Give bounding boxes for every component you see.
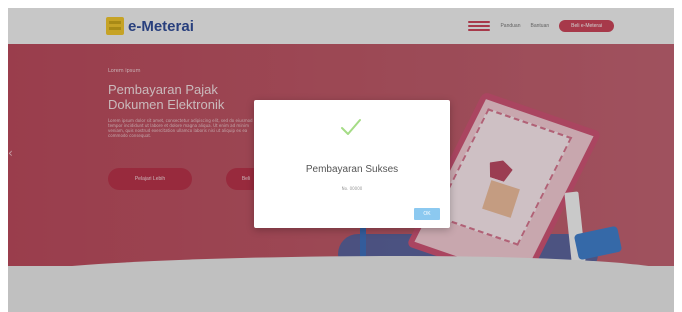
check-icon (341, 119, 361, 135)
success-modal: Pembayaran Sukses No. 00000 OK (254, 100, 450, 228)
modal-subtitle: No. 00000 (341, 186, 363, 191)
browser-viewport: e-Meterai Panduan Bantuan Beli e-Meterai… (8, 8, 674, 312)
ok-button[interactable]: OK (414, 208, 440, 220)
modal-title: Pembayaran Sukses (305, 164, 399, 175)
